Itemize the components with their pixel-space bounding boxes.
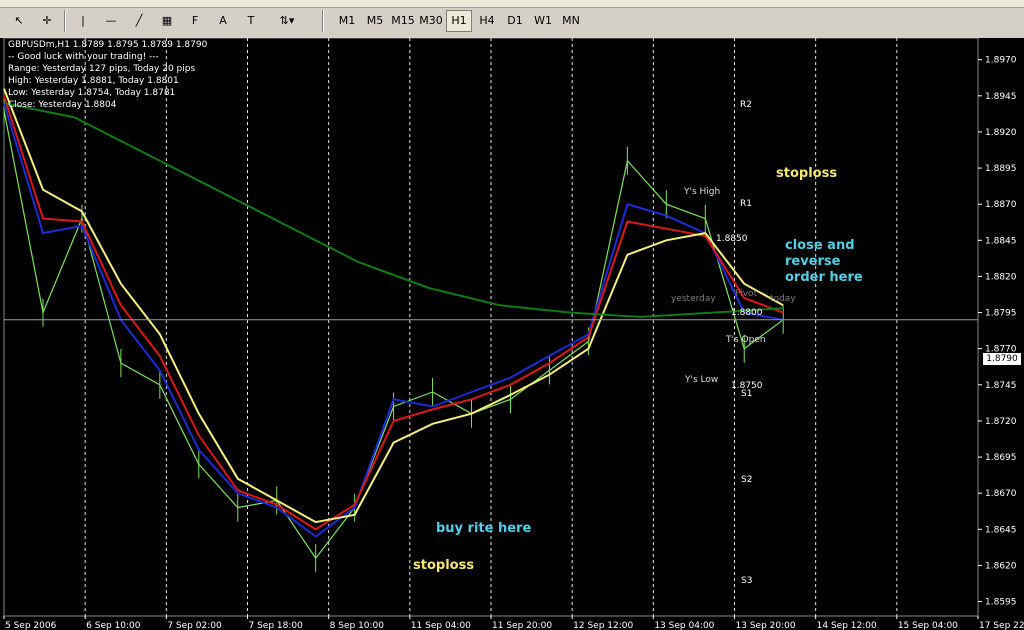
info-high-line: High: Yesterday 1.8881, Today 1.8801 <box>8 76 179 86</box>
label-r2: R2 <box>740 100 752 110</box>
toolbar-separator <box>64 10 66 32</box>
y-tick-label: 1.8820 <box>985 272 1017 282</box>
y-tick-label: 1.8695 <box>985 453 1017 463</box>
price-chart[interactable]: 1.8970 1.8945 1.8920 1.8895 1.8870 1.8845 1.88… <box>0 38 1024 630</box>
label-ts-open: T's Open <box>726 335 766 345</box>
y-tick-label: 1.8870 <box>985 200 1017 210</box>
x-tick-label: 13 Sep 04:00 <box>654 621 714 630</box>
x-tick-label: 13 Sep 20:00 <box>736 621 796 630</box>
label-s3: S3 <box>741 576 753 586</box>
x-tick-label: 8 Sep 10:00 <box>330 621 385 630</box>
label-ys-low: Y's Low <box>685 375 719 385</box>
x-tick-label: 7 Sep 18:00 <box>249 621 304 630</box>
current-price-box: 1.8790 <box>983 353 1021 365</box>
label-s1: S1 <box>741 389 753 399</box>
y-tick-label: 1.8845 <box>985 236 1017 246</box>
annotation-stoploss-top: stoploss <box>776 166 838 181</box>
y-tick-label: 1.8745 <box>985 381 1017 391</box>
cursor-icon[interactable]: ↖ <box>8 10 30 32</box>
annotation-close-reverse-2: reverse <box>785 254 841 269</box>
timeframe-mn[interactable]: MN <box>558 10 584 32</box>
x-tick-label: 6 Sep 10:00 <box>86 621 141 630</box>
info-symbol-line: GBPUSDm,H1 1.8789 1.8795 1.8789 1.8790 <box>8 40 208 50</box>
x-tick-label: 12 Sep 12:00 <box>573 621 633 630</box>
x-tick-label: 17 Sep 22:00 <box>979 621 1024 630</box>
label-ys-high: Y's High <box>684 187 721 197</box>
text-label-icon[interactable]: T <box>240 10 262 32</box>
timeframe-m15[interactable]: M15 <box>390 10 416 32</box>
label-pivot: Pivot <box>735 289 758 299</box>
vertical-line-icon[interactable]: | <box>72 10 94 32</box>
label-yesterday: yesterday <box>671 294 716 304</box>
toolbar-top-strip <box>0 0 1024 8</box>
chart-toolbar: ↖ ✛ | — ╱ ▦ F A T ⇅▾ M1 M5 M15 M30 H1 H4… <box>0 0 1024 39</box>
annotation-close-reverse-3: order here <box>785 270 863 285</box>
price-candles <box>3 110 784 560</box>
y-tick-label: 1.8945 <box>985 92 1017 102</box>
y-tick-label: 1.8795 <box>985 309 1017 319</box>
y-tick-label: 1.8620 <box>985 561 1017 571</box>
info-range-line: Range: Yesterday 127 pips, Today 20 pips <box>8 64 196 74</box>
horizontal-line-icon[interactable]: — <box>100 10 122 32</box>
info-close-line: Close: Yesterday 1.8804 <box>8 100 117 110</box>
info-low-line: Low: Yesterday 1.8754, Today 1.8781 <box>8 88 176 98</box>
y-tick-label: 1.8595 <box>985 598 1017 608</box>
y-tick-label: 1.8895 <box>985 164 1017 174</box>
arrows-icon[interactable]: ⇅▾ <box>270 10 304 32</box>
timeframe-m1[interactable]: M1 <box>334 10 360 32</box>
chart-canvas[interactable]: 1.8970 1.8945 1.8920 1.8895 1.8870 1.8845 1.88… <box>0 38 1024 630</box>
timeframe-h4[interactable]: H4 <box>474 10 500 32</box>
y-tick-label: 1.8645 <box>985 525 1017 535</box>
label-price-2: 1.8800 <box>731 308 763 318</box>
annotation-buy: buy rite here <box>436 521 532 536</box>
crosshair-icon[interactable]: ✛ <box>36 10 58 32</box>
y-tick-label: 1.8720 <box>985 417 1017 427</box>
y-tick-label: 1.8670 <box>985 489 1017 499</box>
annotation-close-reverse-1: close and <box>785 238 855 253</box>
label-price-1: 1.8850 <box>716 234 748 244</box>
timeframe-m5[interactable]: M5 <box>362 10 388 32</box>
label-s2: S2 <box>741 475 753 485</box>
timeframe-w1[interactable]: W1 <box>530 10 556 32</box>
text-icon[interactable]: A <box>212 10 234 32</box>
timeframe-h1[interactable]: H1 <box>446 10 472 32</box>
fibonacci-icon[interactable]: F <box>184 10 206 32</box>
trendline-icon[interactable]: ╱ <box>128 10 150 32</box>
x-tick-label: 11 Sep 04:00 <box>411 621 471 630</box>
x-tick-label: 14 Sep 12:00 <box>817 621 877 630</box>
timeframe-m30[interactable]: M30 <box>418 10 444 32</box>
annotation-stoploss-bottom: stoploss <box>413 558 475 573</box>
y-tick-label: 1.8970 <box>985 56 1017 66</box>
label-r1: R1 <box>740 199 752 209</box>
info-greeting-line: -- Good luck with your trading! --- <box>8 52 159 62</box>
moving-average-red <box>3 95 784 531</box>
x-tick-label: 7 Sep 02:00 <box>167 621 222 630</box>
label-today: today <box>770 294 796 304</box>
y-tick-label: 1.8920 <box>985 128 1017 138</box>
x-tick-label: 15 Sep 04:00 <box>898 621 958 630</box>
toolbar-separator <box>322 10 324 32</box>
x-tick-label: 5 Sep 2006 <box>5 621 57 630</box>
x-tick-label: 11 Sep 20:00 <box>492 621 552 630</box>
channel-icon[interactable]: ▦ <box>156 10 178 32</box>
timeframe-d1[interactable]: D1 <box>502 10 528 32</box>
